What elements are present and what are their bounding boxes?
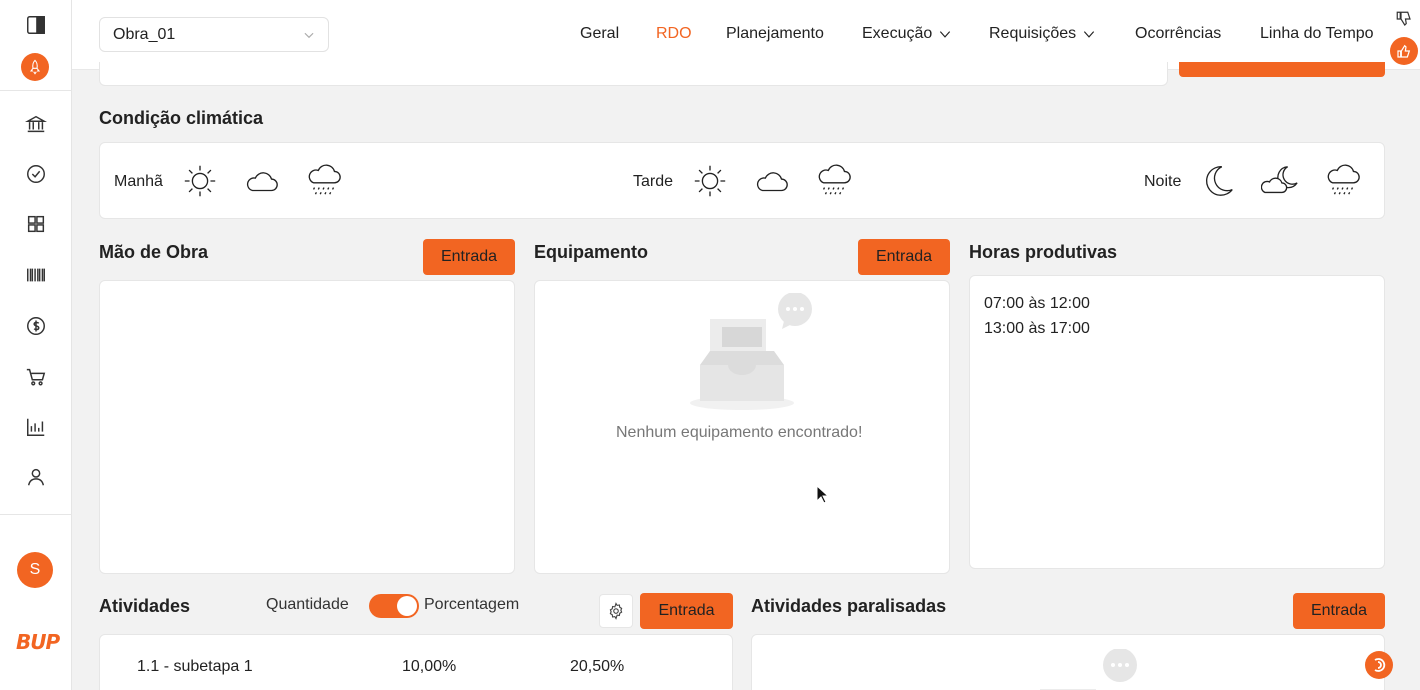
chevron-down-icon	[940, 31, 951, 38]
project-select-value: Obra_01	[113, 25, 176, 43]
toggle-knob	[397, 596, 417, 616]
empty-inbox-icon	[690, 293, 812, 410]
chevron-down-icon	[304, 32, 314, 39]
toggle-label-percentage: Porcentagem	[424, 596, 520, 613]
settings-button[interactable]	[599, 594, 633, 628]
tab-label: Execução	[862, 25, 933, 42]
period-label: Noite	[1144, 173, 1182, 190]
cloud-icon[interactable]	[243, 162, 281, 200]
activity-value-1: 10,00%	[402, 658, 457, 675]
activity-name: 1.1 - subetapa 1	[137, 658, 253, 675]
activities-card: 1.1 - subetapa 1 10,00% 20,50%	[99, 634, 733, 690]
panel-toggle-icon[interactable]	[22, 11, 50, 39]
tab-ocorrencias[interactable]: Ocorrências	[1135, 25, 1221, 43]
tab-rdo[interactable]: RDO	[656, 25, 692, 43]
rain-cloud-icon[interactable]	[1324, 160, 1362, 198]
tab-label: Geral	[580, 25, 620, 42]
hours-line: 13:00 às 17:00	[984, 320, 1090, 337]
tab-requisicoes[interactable]: Requisições	[989, 25, 1096, 43]
activities-entry-button[interactable]: Entrada	[640, 593, 733, 629]
tab-label: Requisições	[989, 25, 1077, 42]
tab-label: Ocorrências	[1135, 25, 1222, 42]
mouse-cursor-icon	[816, 485, 830, 504]
cloud-moon-icon[interactable]	[1260, 162, 1299, 200]
tab-linha-do-tempo[interactable]: Linha do Tempo	[1260, 25, 1374, 43]
sun-icon[interactable]	[181, 162, 219, 200]
hours-title: Horas produtivas	[969, 242, 1118, 262]
chart-icon[interactable]	[22, 413, 50, 441]
chevron-down-icon	[1084, 31, 1095, 38]
hours-card: 07:00 às 12:00 13:00 às 17:00	[969, 275, 1385, 569]
sun-icon[interactable]	[691, 162, 729, 200]
sidebar: S BUP	[0, 0, 72, 690]
tab-execucao[interactable]: Execução	[862, 25, 952, 43]
sidebar-divider	[0, 514, 72, 515]
scrolled-card	[99, 62, 1168, 86]
avatar[interactable]: S	[17, 552, 53, 588]
toggle-label-quantity: Quantidade	[266, 596, 349, 613]
cloud-icon[interactable]	[753, 162, 791, 200]
cart-icon[interactable]	[22, 363, 50, 391]
period-label: Manhã	[114, 173, 163, 190]
user-icon[interactable]	[22, 463, 50, 491]
scrolled-button[interactable]	[1179, 62, 1385, 77]
labor-card	[99, 280, 515, 574]
empty-inbox-icon	[1040, 649, 1137, 690]
chat-icon	[1374, 658, 1386, 672]
barcode-icon[interactable]	[22, 261, 50, 289]
paused-title: Atividades paralisadas	[751, 596, 947, 616]
labor-entry-button[interactable]: Entrada	[423, 239, 515, 275]
moon-icon[interactable]	[1199, 162, 1237, 200]
dollar-icon[interactable]	[22, 312, 50, 340]
climate-title: Condição climática	[99, 108, 264, 128]
tab-label: Planejamento	[726, 25, 824, 42]
project-select[interactable]: Obra_01	[99, 17, 329, 52]
tab-label: Linha do Tempo	[1260, 25, 1374, 42]
thumbs-down-icon[interactable]	[1395, 10, 1415, 30]
period-label: Tarde	[633, 173, 674, 190]
sidebar-divider	[0, 90, 72, 91]
tab-planejamento[interactable]: Planejamento	[726, 25, 824, 43]
equipment-entry-button[interactable]: Entrada	[858, 239, 950, 275]
paused-card	[751, 634, 1385, 690]
equipment-title: Equipamento	[534, 242, 649, 262]
rain-cloud-icon[interactable]	[815, 160, 853, 198]
quantity-percentage-toggle[interactable]	[369, 594, 419, 618]
grid-icon[interactable]	[22, 210, 50, 238]
bank-icon[interactable]	[22, 110, 50, 138]
climate-card: Manhã Tarde Noite	[99, 142, 1385, 219]
labor-title: Mão de Obra	[99, 242, 209, 262]
equipment-card: Nenhum equipamento encontrado!	[534, 280, 950, 574]
tab-label: RDO	[656, 25, 692, 42]
top-header: Obra_01 Geral RDO Planejamento Execução …	[72, 0, 1420, 70]
rocket-icon[interactable]	[21, 53, 49, 81]
activity-value-2: 20,50%	[570, 658, 625, 675]
check-circle-icon[interactable]	[22, 160, 50, 188]
thumbs-up-icon[interactable]	[1390, 37, 1418, 65]
paused-entry-button[interactable]: Entrada	[1293, 593, 1385, 629]
hours-line: 07:00 às 12:00	[984, 295, 1090, 312]
tab-geral[interactable]: Geral	[580, 25, 619, 43]
brand-logo: BUP	[16, 630, 60, 654]
equipment-empty-text: Nenhum equipamento encontrado!	[616, 424, 863, 441]
rain-cloud-icon[interactable]	[305, 160, 343, 198]
gear-icon	[609, 602, 623, 620]
activities-title: Atividades	[99, 596, 191, 616]
chat-support-button[interactable]	[1365, 651, 1393, 679]
